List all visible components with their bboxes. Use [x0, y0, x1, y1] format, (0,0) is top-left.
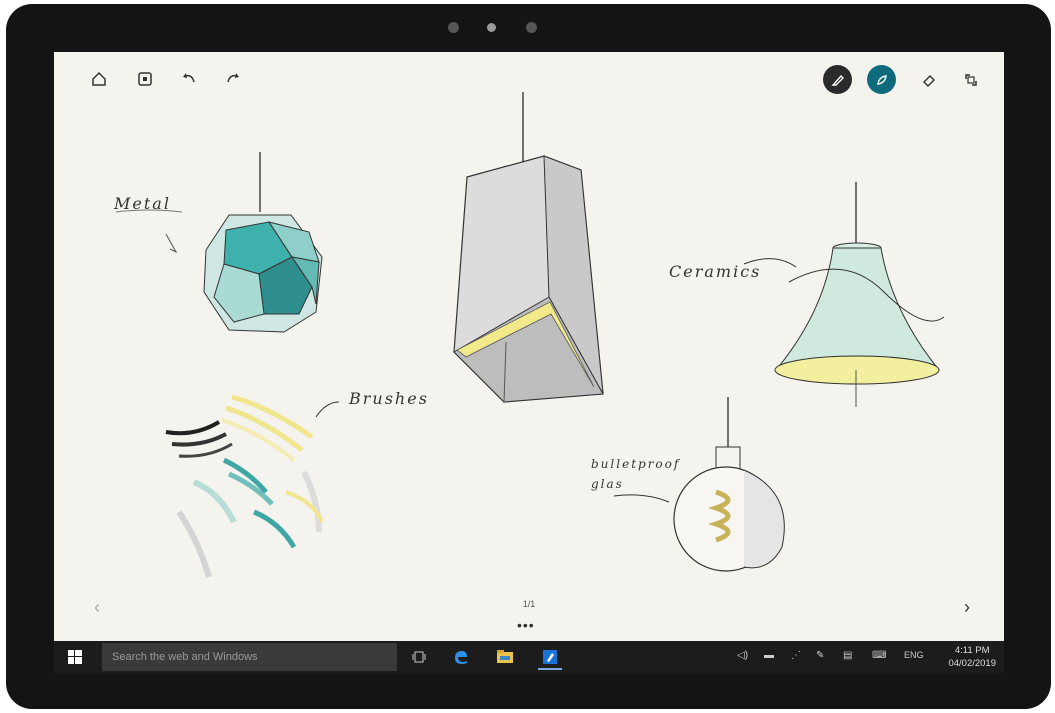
- label-glass-line1: bulletproof: [591, 457, 681, 471]
- eraser-icon: [923, 75, 935, 87]
- edge-browser-icon: [455, 651, 467, 664]
- page-button[interactable]: [132, 66, 158, 92]
- fullscreen-button[interactable]: [958, 67, 984, 93]
- home-button[interactable]: [86, 66, 112, 92]
- camera-dot: [487, 23, 496, 32]
- redo-icon: [227, 73, 239, 83]
- next-page-button[interactable]: ›: [964, 597, 970, 618]
- network-icon[interactable]: ⋰: [791, 650, 801, 661]
- taskbar-clock[interactable]: 4:11 PM 04/02/2019: [948, 644, 996, 670]
- ink-brush-tool-button[interactable]: [867, 65, 896, 94]
- clock-date: 04/02/2019: [948, 658, 996, 669]
- page-indicator: 1/1: [522, 599, 536, 609]
- windows-start-icon[interactable]: [68, 650, 82, 664]
- keyboard-icon[interactable]: ⌨: [872, 650, 886, 661]
- windows-taskbar: Search the web and Windows ◁) ▬ ⋰ ✎ ▤ ⌨ …: [54, 641, 1004, 673]
- undo-button[interactable]: [176, 66, 202, 92]
- battery-icon[interactable]: ▬: [764, 650, 774, 661]
- fullscreen-icon: [965, 74, 977, 86]
- task-view-icon: [412, 651, 426, 663]
- more-options-button[interactable]: •••: [517, 617, 535, 633]
- page-icon: [138, 72, 152, 86]
- language-indicator[interactable]: ENG: [904, 650, 924, 660]
- previous-page-button[interactable]: ‹: [94, 597, 100, 618]
- task-view-button[interactable]: [408, 646, 430, 668]
- sketch-app-taskbar-button[interactable]: [538, 646, 562, 670]
- camera-dot: [526, 22, 537, 33]
- sketch-app-icon: [543, 650, 557, 664]
- label-metal: Metal: [114, 194, 171, 213]
- taskbar-search-box[interactable]: Search the web and Windows: [102, 643, 397, 671]
- sketch-app-screen: Metal Ceramics Brushes bulletproof glas …: [54, 52, 1004, 641]
- redo-button[interactable]: [220, 66, 246, 92]
- ink-brush-icon: [876, 74, 887, 85]
- undo-icon: [183, 73, 195, 83]
- pen-settings-icon[interactable]: ✎: [816, 650, 824, 661]
- camera-dot: [448, 22, 459, 33]
- sketch-canvas[interactable]: [54, 52, 1004, 641]
- edge-browser-button[interactable]: [450, 646, 472, 668]
- label-brushes: Brushes: [349, 389, 429, 408]
- label-ceramics: Ceramics: [669, 262, 762, 281]
- label-glass-line2: glas: [591, 477, 624, 491]
- volume-icon[interactable]: ◁): [737, 650, 748, 661]
- home-icon: [92, 71, 106, 86]
- file-explorer-button[interactable]: [494, 646, 516, 668]
- notifications-icon[interactable]: ▤: [843, 650, 852, 661]
- clock-time: 4:11 PM: [954, 645, 990, 656]
- pen-tool-button[interactable]: [823, 65, 852, 94]
- pen-icon: [830, 74, 844, 86]
- eraser-tool-button[interactable]: [916, 67, 942, 93]
- file-explorer-icon: [497, 650, 513, 663]
